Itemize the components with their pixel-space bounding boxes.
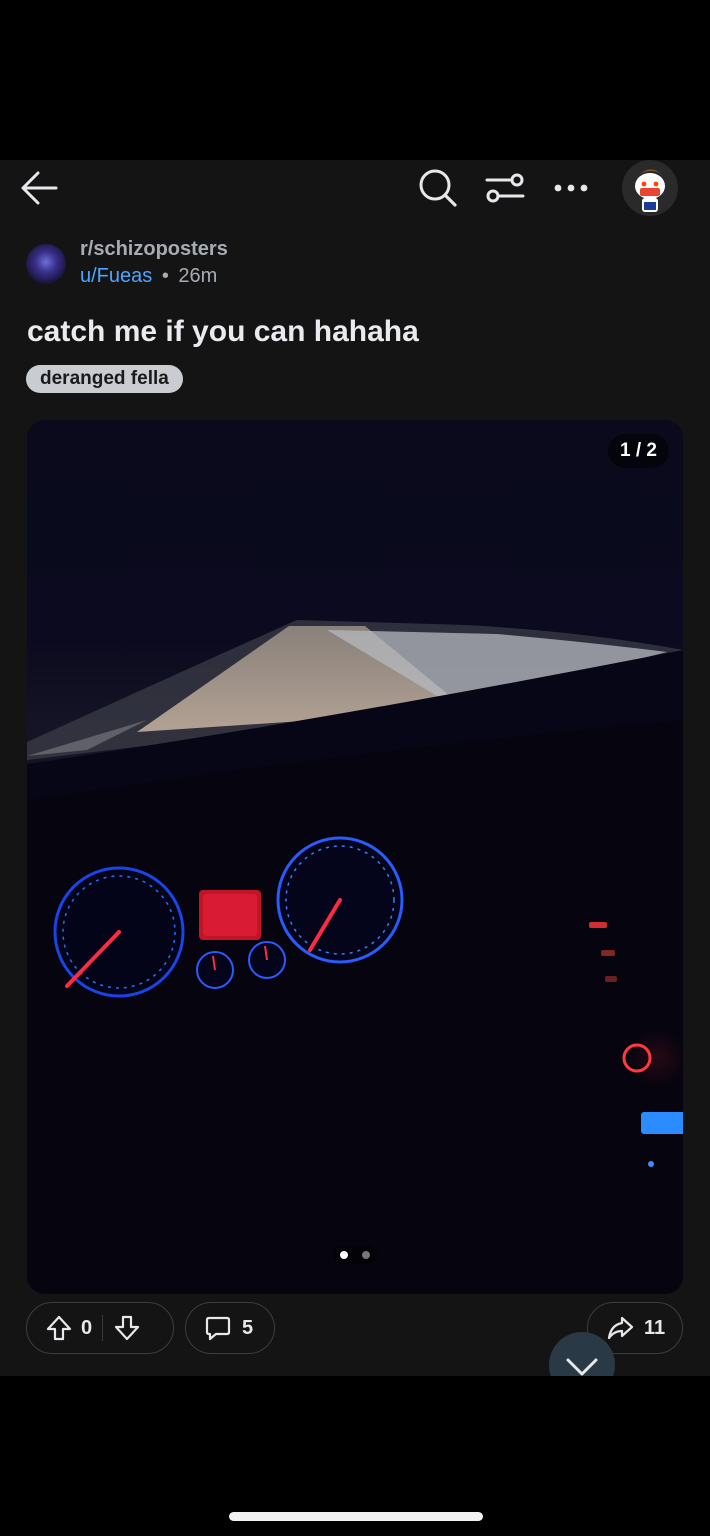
chevron-down-icon [566,1358,598,1376]
post-meta: u/Fueas • 26m [80,265,217,288]
vote-control: 0 [26,1302,174,1354]
downvote-button[interactable] [113,1314,141,1342]
meta-separator: • [161,265,169,287]
home-indicator[interactable] [229,1512,483,1521]
post-title: catch me if you can hahaha [27,315,419,348]
filter-button[interactable] [480,164,530,212]
search-button[interactable] [414,164,462,212]
media-page-counter: 1 / 2 [608,434,669,468]
upvote-button[interactable] [45,1314,73,1342]
search-icon [419,169,457,207]
share-arrow-icon [607,1316,634,1340]
comments-button[interactable]: 5 [185,1302,275,1354]
media-carousel[interactable]: 1 / 2 [27,420,683,1294]
carousel-dot-1[interactable] [340,1251,348,1259]
share-count: 11 [644,1316,666,1339]
back-button[interactable] [14,164,64,212]
subreddit-avatar[interactable] [26,244,66,284]
post-age: 26m [178,265,218,287]
comment-count: 5 [242,1316,254,1339]
user-avatar[interactable] [622,160,678,216]
carousel-dots [333,1246,377,1264]
snoo-avatar-icon [635,169,665,212]
comment-bubble-icon [205,1316,231,1341]
subreddit-name[interactable]: r/schizoposters [80,238,228,261]
more-horizontal-icon [554,184,588,192]
vote-divider [102,1315,104,1341]
vote-score: 0 [81,1316,93,1339]
arrow-down-icon [115,1315,140,1341]
night-drive-photo [27,420,683,1294]
author-link[interactable]: u/Fueas [80,265,152,287]
top-bar [0,160,710,216]
arrow-left-icon [21,171,58,205]
arrow-up-icon [46,1315,72,1341]
post-screen: r/schizoposters u/Fueas • 26m catch me i… [0,160,710,1376]
post-flair[interactable]: deranged fella [26,365,183,393]
more-button[interactable] [548,164,594,212]
carousel-dot-2[interactable] [362,1251,370,1259]
sliders-icon [485,173,525,203]
